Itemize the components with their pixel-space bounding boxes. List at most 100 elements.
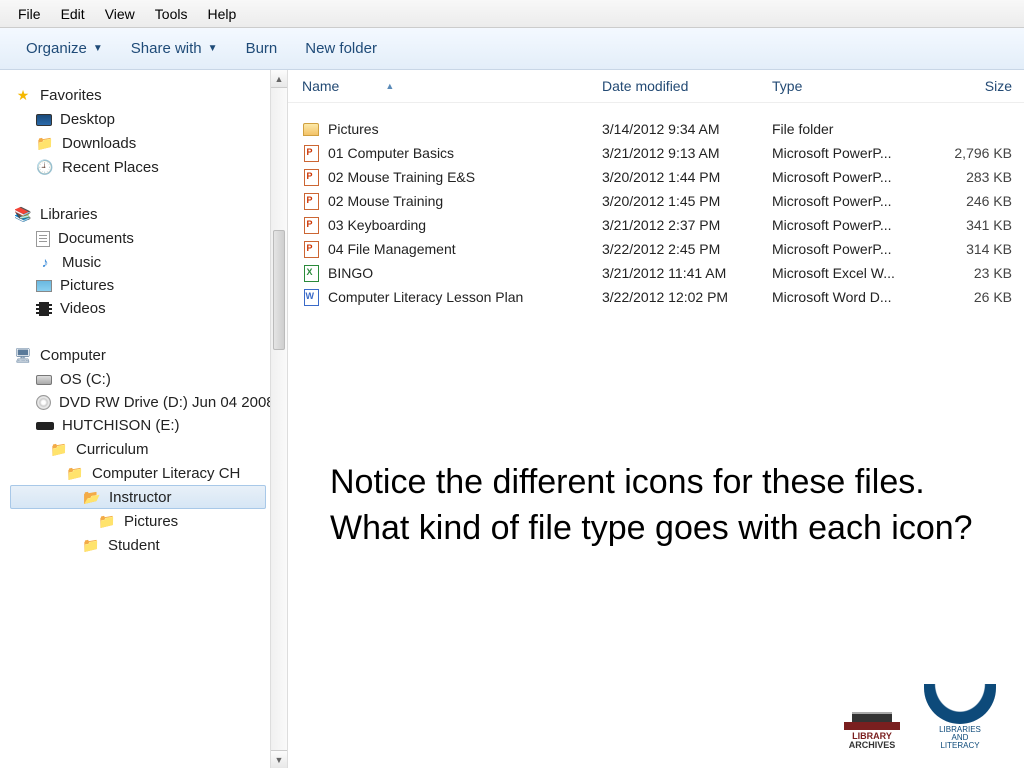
sidebar-item-desktop[interactable]: Desktop [10,108,266,131]
sidebar-item-drive-c[interactable]: OS (C:) [10,368,266,391]
sidebar-item-label: Recent Places [62,159,159,176]
sidebar-item-drive-e[interactable]: HUTCHISON (E:) [10,414,266,437]
toolbar-newfolder[interactable]: New folder [291,34,391,63]
file-row[interactable]: Pictures 3/14/2012 9:34 AMFile folder [302,117,1024,141]
annotation-text: Notice the different icons for these fil… [330,460,984,552]
sidebar-item-pictures-sub[interactable]: 📁 Pictures [10,509,266,533]
file-list: Pictures 3/14/2012 9:34 AMFile folder 01 C… [288,103,1024,309]
sidebar-item-label: Pictures [124,513,178,530]
navigation-pane: ★ Favorites Desktop 📁 Downloads 🕘 Recent… [0,70,270,768]
sidebar-item-label: HUTCHISON (E:) [62,417,180,434]
folder-icon: 📁 [66,464,84,482]
toolbar-organize[interactable]: Organize ▼ [12,34,117,63]
file-row[interactable]: BINGO3/21/2012 11:41 AMMicrosoft Excel W… [302,261,1024,285]
file-size: 23 KB [932,265,1012,281]
star-icon: ★ [14,86,32,104]
file-size: 314 KB [932,241,1012,257]
toolbar-burn[interactable]: Burn [232,34,292,63]
music-icon: ♪ [36,253,54,271]
sidebar-item-drive-d[interactable]: DVD RW Drive (D:) Jun 04 2008 [10,391,266,414]
scroll-up-icon[interactable]: ▲ [271,70,287,88]
sidebar-computer-header[interactable]: 🖥 Computer [10,342,266,368]
monitor-icon [36,114,52,126]
logo-text: ARCHIVES [844,741,900,750]
sidebar-item-curriculum[interactable]: 📁 Curriculum [10,437,266,461]
toolbar-organize-label: Organize [26,40,87,57]
toolbar-share[interactable]: Share with ▼ [117,34,232,63]
menu-tools[interactable]: Tools [145,2,198,26]
sidebar-item-documents[interactable]: Documents [10,227,266,250]
menu-help[interactable]: Help [197,2,246,26]
sidebar-libraries-label: Libraries [40,206,98,223]
file-row[interactable]: 03 Keyboarding3/21/2012 2:37 PMMicrosoft… [302,213,1024,237]
file-size: 2,796 KB [932,145,1012,161]
word-file-icon [302,288,320,306]
file-name: Computer Literacy Lesson Plan [328,289,523,305]
file-row[interactable]: 01 Computer Basics3/21/2012 9:13 AMMicro… [302,141,1024,165]
excel-file-icon [302,264,320,282]
libraries-literacy-logo: LIBRARIESANDLITERACY [924,684,996,750]
file-date: 3/14/2012 9:34 AM [602,121,772,137]
sidebar-item-instructor[interactable]: 📂 Instructor [10,485,266,509]
column-header-size[interactable]: Size [932,78,1012,94]
dropdown-arrow-icon: ▼ [93,43,103,54]
file-type: File folder [772,121,932,137]
sort-ascending-icon: ▲ [385,81,394,91]
menu-edit[interactable]: Edit [51,2,95,26]
sidebar-item-downloads[interactable]: 📁 Downloads [10,131,266,155]
file-date: 3/21/2012 11:41 AM [602,265,772,281]
toolbar: Organize ▼ Share with ▼ Burn New folder [0,28,1024,70]
scroll-thumb[interactable] [273,230,285,350]
folder-icon: 📁 [82,536,100,554]
menu-view[interactable]: View [95,2,145,26]
file-name: 04 File Management [328,241,456,257]
sidebar-item-label: Instructor [109,489,172,506]
file-date: 3/20/2012 1:45 PM [602,193,772,209]
column-headers: Name ▲ Date modified Type Size [288,70,1024,103]
footer-logos: LIBRARY ARCHIVES LIBRARIESANDLITERACY [844,684,996,750]
drive-icon [36,375,52,385]
file-name: 02 Mouse Training [328,193,443,209]
library-archives-logo: LIBRARY ARCHIVES [844,722,900,750]
file-name: 02 Mouse Training E&S [328,169,475,185]
file-type: Microsoft PowerP... [772,169,932,185]
menu-bar: File Edit View Tools Help [0,0,1024,28]
ppt-file-icon [302,144,320,162]
sidebar-favorites-header[interactable]: ★ Favorites [10,82,266,108]
file-name: 03 Keyboarding [328,217,426,233]
annotation-line: Notice the different icons for these fil… [330,460,984,506]
sidebar-libraries-header[interactable]: 📚 Libraries [10,201,266,227]
sidebar-item-label: Desktop [60,111,115,128]
sidebar-item-label: OS (C:) [60,371,111,388]
sidebar-computer-label: Computer [40,347,106,364]
sidebar-item-clch[interactable]: 📁 Computer Literacy CH [10,461,266,485]
file-row[interactable]: 02 Mouse Training3/20/2012 1:45 PMMicros… [302,189,1024,213]
video-icon [36,302,52,316]
sidebar-item-label: Computer Literacy CH [92,465,240,482]
file-row[interactable]: Computer Literacy Lesson Plan3/22/2012 1… [302,285,1024,309]
column-header-type[interactable]: Type [772,78,932,94]
folder-open-icon: 📂 [83,488,101,506]
sidebar-item-student[interactable]: 📁 Student [10,533,266,557]
scroll-down-icon[interactable]: ▼ [271,750,287,768]
sidebar-item-music[interactable]: ♪ Music [10,250,266,274]
column-header-date[interactable]: Date modified [602,78,772,94]
sidebar-item-videos[interactable]: Videos [10,297,266,320]
file-date: 3/20/2012 1:44 PM [602,169,772,185]
sidebar-item-pictures[interactable]: Pictures [10,274,266,297]
file-type: Microsoft Word D... [772,289,932,305]
sidebar-item-label: Student [108,537,160,554]
file-name: Pictures [328,121,379,137]
sidebar-scrollbar[interactable]: ▲ ▼ [270,70,288,768]
library-icon: 📚 [14,205,32,223]
column-header-name[interactable]: Name ▲ [302,78,602,94]
folder-file-icon [302,120,320,138]
menu-file[interactable]: File [8,2,51,26]
file-row[interactable]: 04 File Management3/22/2012 2:45 PMMicro… [302,237,1024,261]
folder-icon: 📁 [36,134,54,152]
sidebar-item-recent[interactable]: 🕘 Recent Places [10,155,266,179]
file-size: 246 KB [932,193,1012,209]
annotation-line: What kind of file type goes with each ic… [330,506,984,552]
ppt-file-icon [302,216,320,234]
file-row[interactable]: 02 Mouse Training E&S 3/20/2012 1:44 PMMi… [302,165,1024,189]
